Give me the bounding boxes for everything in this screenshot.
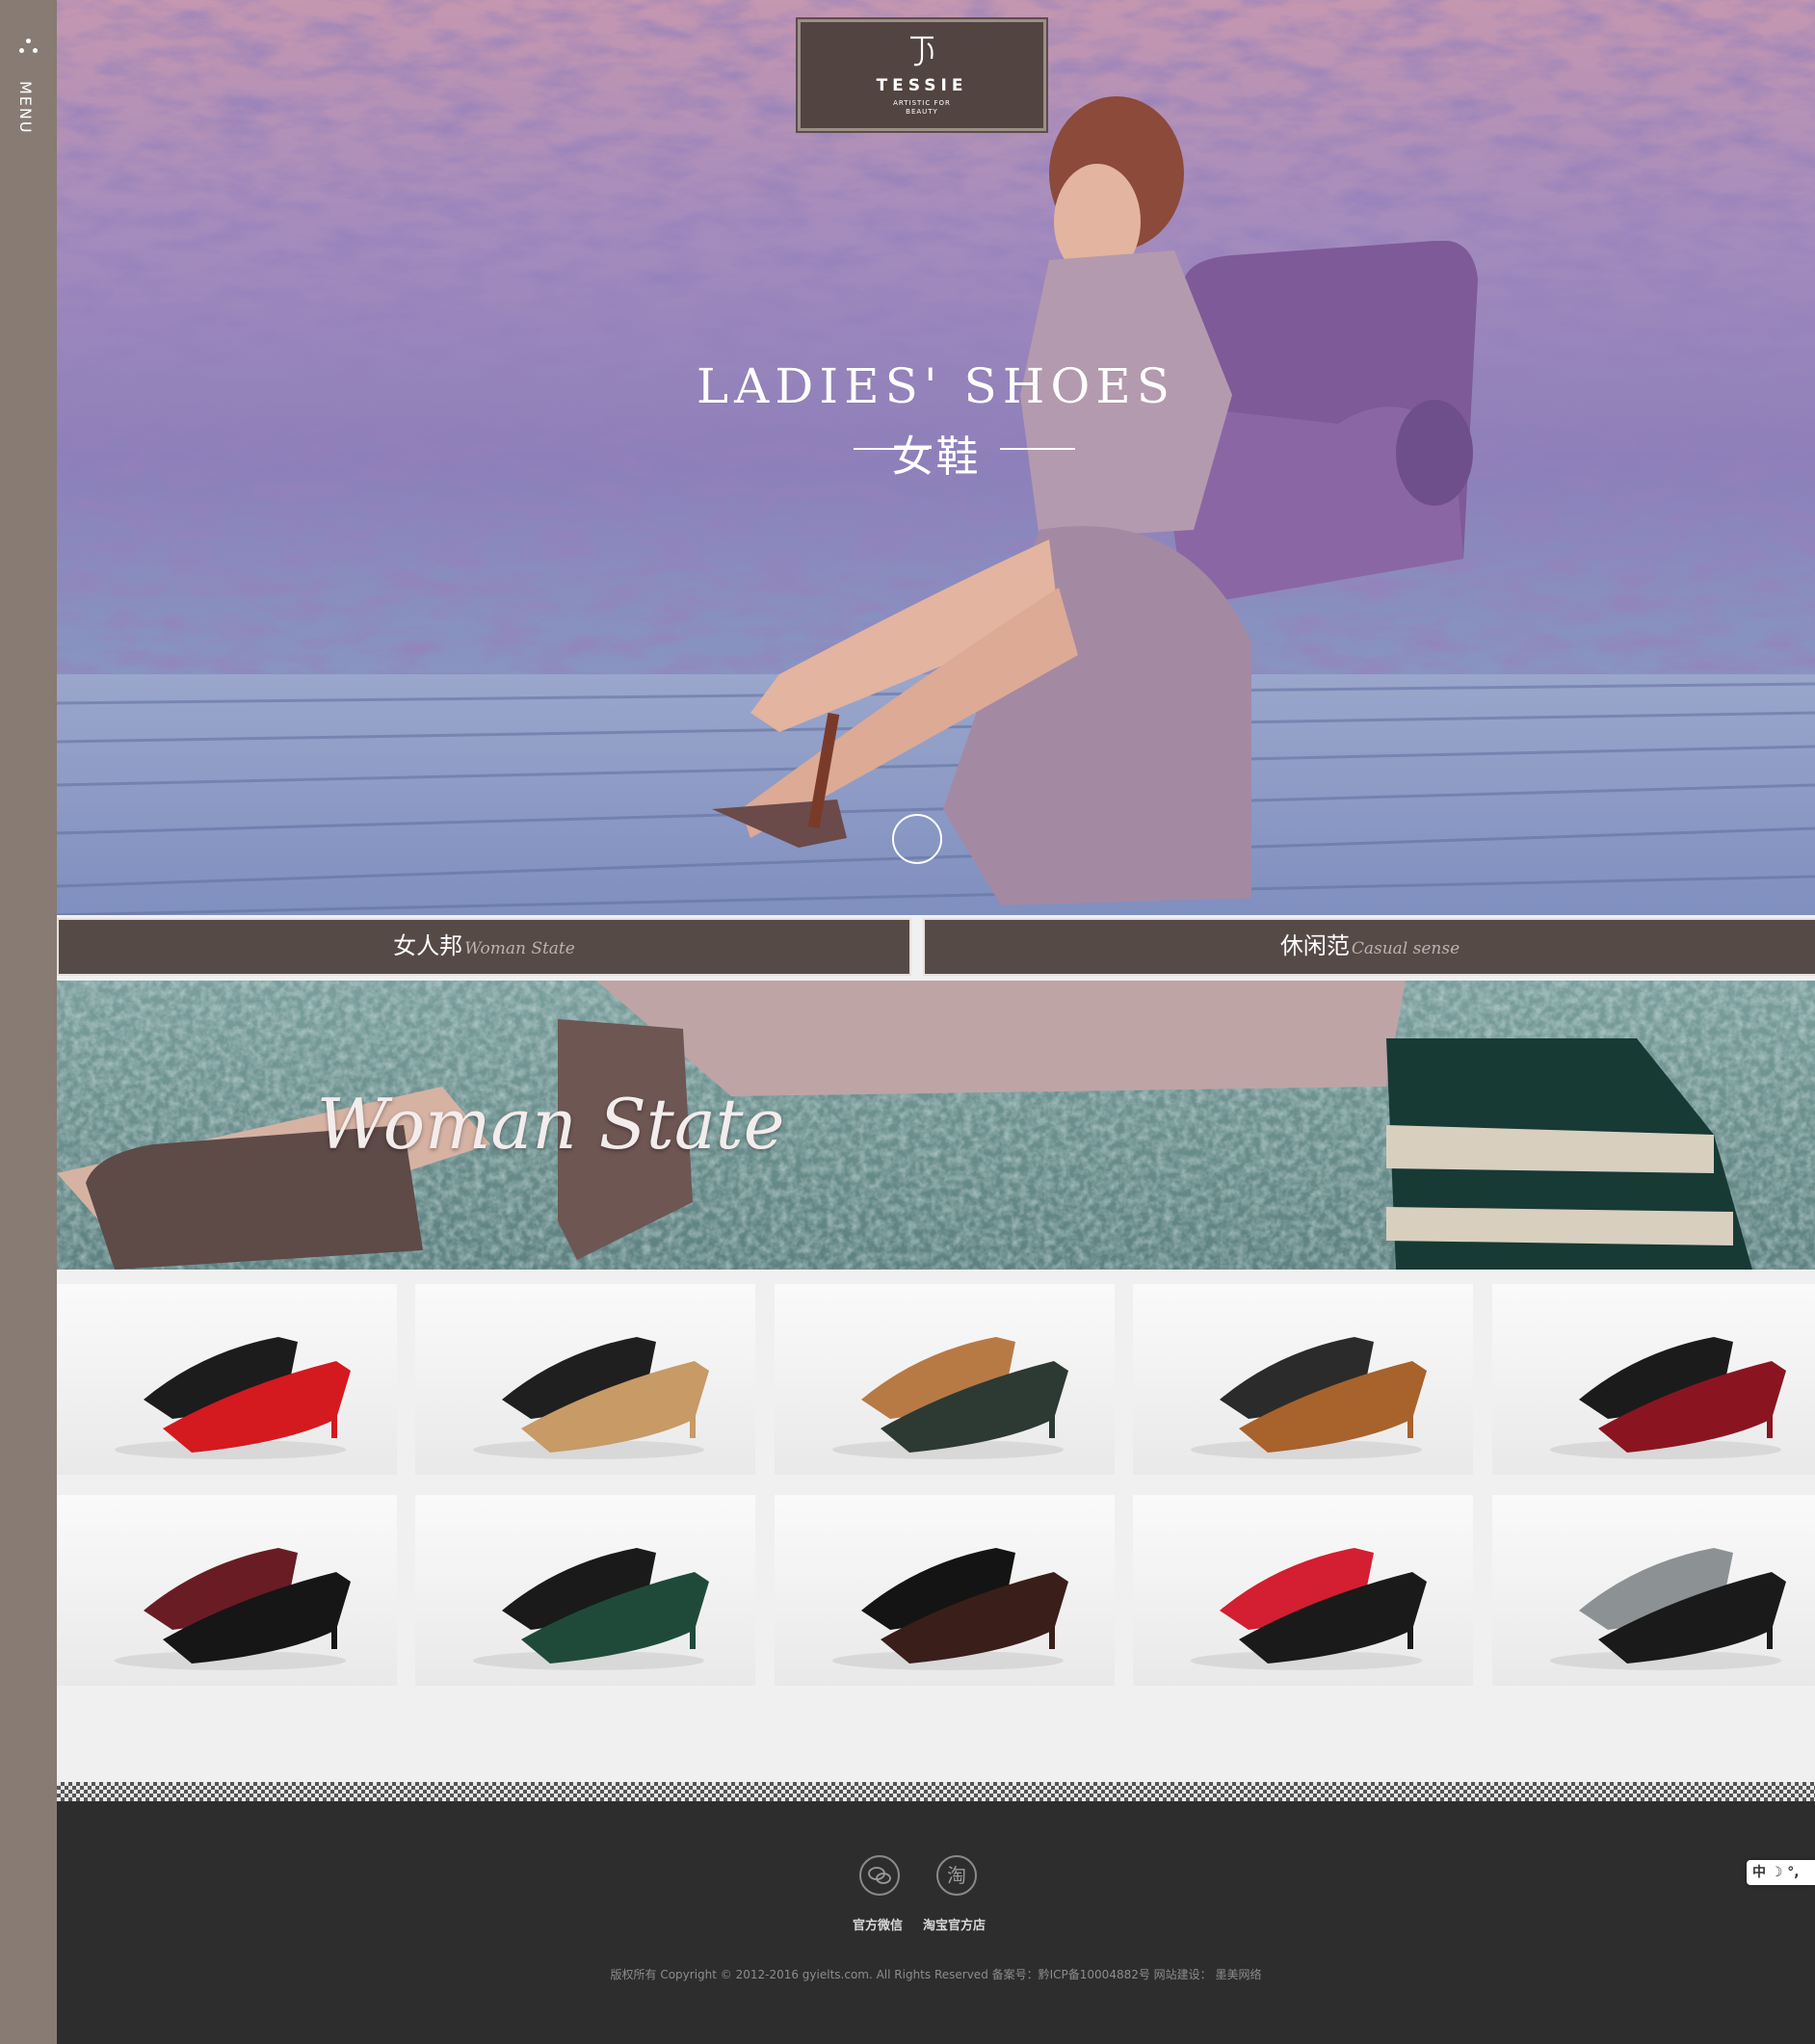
shoe-image — [1191, 1337, 1427, 1459]
hero-subtitle: 女鞋 — [891, 432, 981, 482]
product-card-mary-jane-block-heels[interactable] — [415, 1495, 755, 1686]
shoe-image — [473, 1337, 709, 1459]
shoe-image — [832, 1337, 1068, 1459]
shoe-image — [1550, 1337, 1786, 1459]
product-card-grey-bow-pointed-flats[interactable] — [1492, 1495, 1815, 1686]
shoe-image — [1550, 1548, 1786, 1670]
product-card-red-bow-ballet-flats[interactable] — [1133, 1495, 1473, 1686]
banner-title: Woman State — [316, 1084, 785, 1165]
product-card-fur-trim-flats[interactable] — [1492, 1284, 1815, 1475]
tab-label-en: Casual sense — [1351, 939, 1460, 958]
brand-tagline: ARTISTIC FOR BEAUTY — [893, 99, 951, 116]
brand-name: TESSIE — [876, 76, 968, 95]
brand-logo[interactable]: TESSIE ARTISTIC FOR BEAUTY — [798, 19, 1046, 131]
product-card-patent-pointed-pumps[interactable] — [57, 1495, 397, 1686]
wechat-icon[interactable] — [859, 1855, 900, 1896]
scroll-down-circle[interactable] — [892, 814, 942, 864]
product-card-lace-up-ankle-boots[interactable] — [415, 1284, 755, 1475]
shoe-image — [1191, 1548, 1427, 1670]
tab-woman-state[interactable]: 女人邦 Woman State — [57, 918, 911, 976]
copyright-text: 版权所有 Copyright © 2012-2016 gyielts.com. … — [610, 1968, 1262, 1981]
taobao-link[interactable]: 淘宝官方店 — [923, 1915, 986, 1933]
menu-dots-icon[interactable] — [17, 39, 40, 58]
product-card-platform-brogue-loafers[interactable] — [775, 1284, 1115, 1475]
model-figure — [712, 96, 1251, 905]
tab-label-cn: 女人邦 — [393, 932, 463, 959]
wechat-link[interactable]: 官方微信 — [853, 1915, 903, 1933]
tab-label-en: Woman State — [464, 939, 575, 958]
side-menu-rail[interactable]: MENU — [0, 0, 57, 2044]
shoe-image — [832, 1548, 1068, 1670]
hero-banner: TESSIE ARTISTIC FOR BEAUTY LADIES' SHOES… — [57, 0, 1815, 915]
language-toggle[interactable]: 中 ☽ °, — [1747, 1860, 1815, 1885]
hero-divider-right — [1000, 448, 1075, 450]
product-card-tassel-loafers[interactable] — [775, 1495, 1115, 1686]
houndstooth-divider — [57, 1782, 1815, 1801]
taobao-icon[interactable]: 淘 — [936, 1855, 977, 1896]
product-card-red-black-pointed-heels[interactable] — [57, 1284, 397, 1475]
product-card-brogue-slip-ons[interactable] — [1133, 1284, 1473, 1475]
tessie-monogram-icon — [910, 36, 934, 66]
shoe-image — [473, 1548, 709, 1670]
tab-casual-sense[interactable]: 休闲范 Casual sense — [923, 918, 1815, 976]
shoe-image — [115, 1548, 351, 1670]
tab-label-cn: 休闲范 — [1279, 932, 1350, 959]
menu-label[interactable]: MENU — [16, 81, 35, 135]
hero-title: LADIES' SHOES — [696, 358, 1176, 414]
shoe-image — [115, 1337, 351, 1459]
